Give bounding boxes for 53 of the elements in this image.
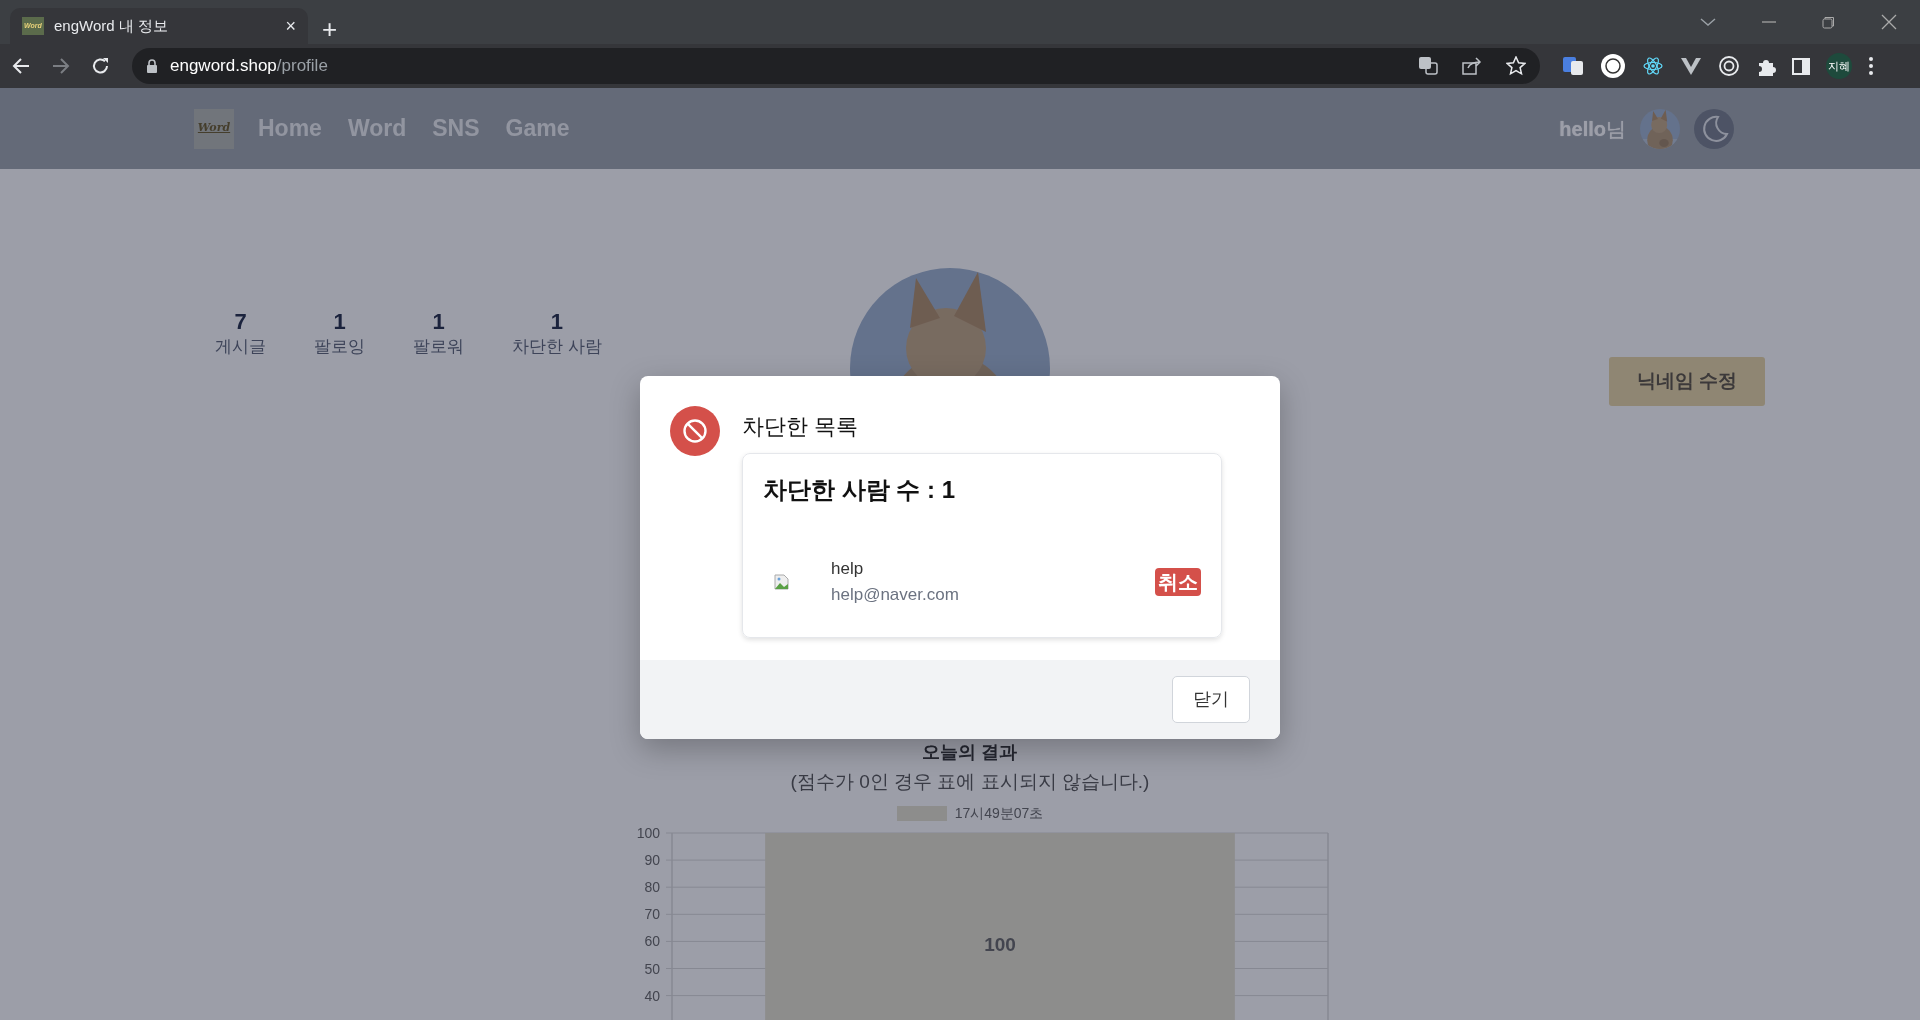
back-icon[interactable] <box>12 57 30 75</box>
y-tick-label: 60 <box>644 932 660 949</box>
stat-label: 게시글 <box>215 336 266 359</box>
star-icon[interactable] <box>1506 56 1526 76</box>
y-tick-label: 70 <box>644 905 660 922</box>
y-tick-label: 80 <box>644 878 660 895</box>
legend-label: 17시49분07초 <box>954 803 1044 823</box>
tab-title: engWord 내 정보 <box>54 15 168 36</box>
chart-title: 오늘의 결과 <box>921 741 1019 764</box>
y-tick-label: 40 <box>644 987 660 1004</box>
blocked-count-heading: 차단한 사람 수 : 1 <box>763 475 956 505</box>
close-button[interactable]: 닫기 <box>1172 676 1250 723</box>
greeting-text: hello님 <box>1559 116 1626 142</box>
data-label: 100 <box>984 933 1016 954</box>
stat-label: 팔로워 <box>413 336 464 359</box>
user-name: help <box>831 558 865 580</box>
close-icon[interactable] <box>1881 14 1897 30</box>
chart-subtitle: (점수가 0인 경우 표에 표시되지 않습니다.) <box>789 770 1151 794</box>
menu-icon[interactable] <box>1868 56 1874 76</box>
y-tick-label: 50 <box>644 960 660 976</box>
lock-icon <box>146 59 158 73</box>
tab-search-icon[interactable] <box>1700 18 1716 26</box>
share-icon[interactable] <box>1462 56 1482 76</box>
new-tab-button[interactable]: + <box>322 16 338 42</box>
target-icon[interactable] <box>1718 55 1740 77</box>
ban-icon <box>670 406 720 456</box>
atom-icon[interactable] <box>1642 55 1664 77</box>
stat-count: 1 <box>549 310 564 335</box>
stat-label: 팔로잉 <box>314 336 365 359</box>
stat-count: 1 <box>332 310 347 335</box>
stat-label: 차단한 사람 <box>512 336 602 359</box>
broken-image-icon <box>773 572 791 593</box>
y-tick-label: 100 <box>636 825 660 841</box>
stat-count: 7 <box>233 310 248 335</box>
translate-icon[interactable] <box>1418 56 1438 76</box>
stat-count: 1 <box>431 310 446 335</box>
unblock-button[interactable]: 취소 <box>1155 567 1201 596</box>
circle-extension-icon[interactable] <box>1600 53 1626 79</box>
url-text: engword.shop/profile <box>170 55 328 78</box>
user-email: help@naver.com <box>831 583 959 606</box>
profile-avatar[interactable]: 지혜 <box>1826 53 1852 79</box>
v-shape-icon[interactable] <box>1680 56 1702 76</box>
logo[interactable]: Word <box>194 108 234 149</box>
translate-extension-icon[interactable] <box>1562 55 1584 77</box>
modal-title: 차단한 목록 <box>742 413 860 441</box>
address-bar[interactable]: engword.shop/profile <box>132 48 1540 84</box>
side-panel-icon[interactable] <box>1792 56 1810 76</box>
edit-nickname-button[interactable]: 닉네임 수정 <box>1608 357 1765 406</box>
y-tick-label: 90 <box>644 851 660 868</box>
theme-toggle-button[interactable] <box>1694 108 1734 149</box>
reload-icon[interactable] <box>92 57 110 75</box>
restore-icon[interactable] <box>1822 15 1835 29</box>
close-tab-button[interactable]: × <box>285 12 296 40</box>
